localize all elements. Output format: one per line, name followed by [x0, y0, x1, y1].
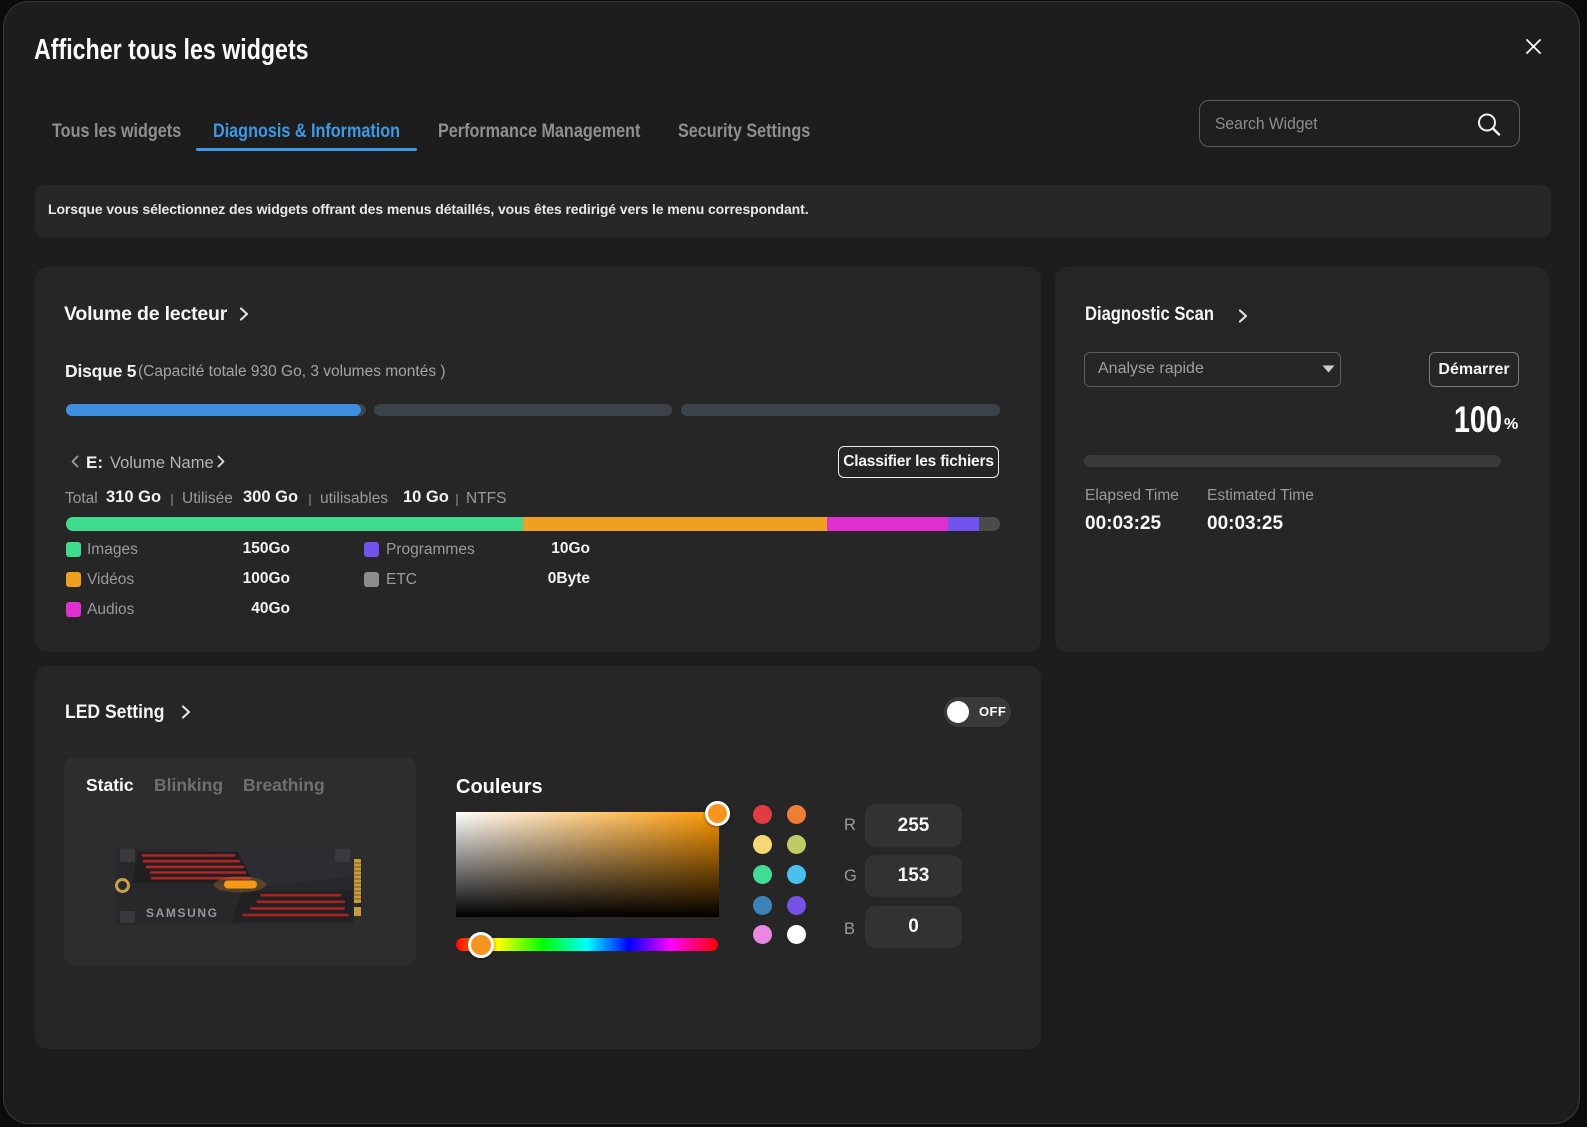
- svg-text:SAMSUNG: SAMSUNG: [146, 906, 219, 920]
